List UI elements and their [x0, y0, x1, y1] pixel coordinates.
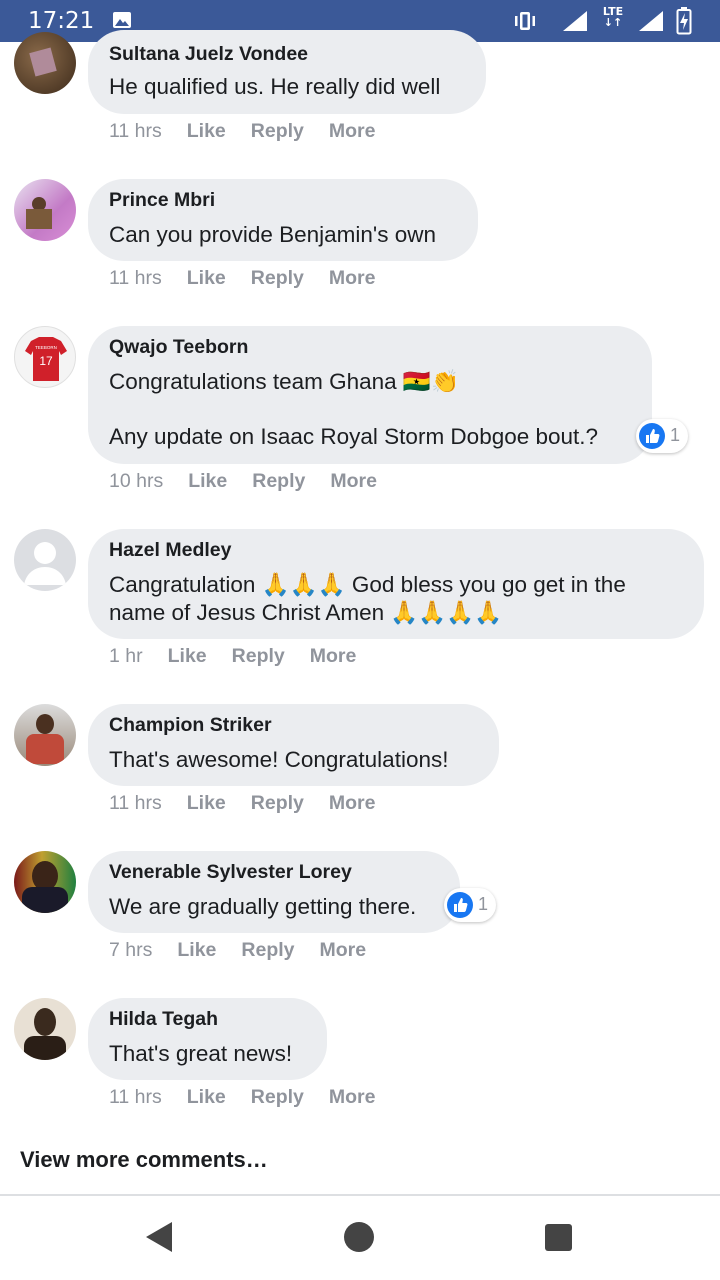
- back-icon[interactable]: [146, 1222, 172, 1252]
- reaction-count[interactable]: 1: [636, 419, 688, 453]
- avatar[interactable]: TEEBORN 17: [14, 326, 76, 388]
- image-icon: [113, 12, 131, 28]
- jersey-icon: TEEBORN 17: [25, 337, 67, 381]
- comment-author[interactable]: Prince Mbri: [109, 189, 215, 212]
- comment-text: That's awesome! Congratulations!: [109, 747, 449, 772]
- reply-button[interactable]: Reply: [251, 792, 304, 815]
- comment-text: We are gradually getting there.: [109, 894, 417, 919]
- like-button[interactable]: Like: [187, 267, 226, 290]
- avatar[interactable]: [14, 529, 76, 591]
- reaction-count[interactable]: 1: [444, 888, 496, 922]
- like-button[interactable]: Like: [187, 792, 226, 815]
- comment-bubble[interactable]: Sultana Juelz Vondee He qualified us. He…: [88, 30, 486, 114]
- more-button[interactable]: More: [329, 1086, 376, 1109]
- comment-author[interactable]: Venerable Sylvester Lorey: [109, 861, 352, 884]
- comment-time[interactable]: 11 hrs: [109, 120, 162, 143]
- comment-text: Congratulations team Ghana 🇬🇭👏: [109, 369, 459, 394]
- reply-button[interactable]: Reply: [251, 1086, 304, 1109]
- comment-actions: 1 hr Like Reply More: [109, 645, 381, 671]
- signal-icon: [639, 11, 663, 31]
- comment-text: Cangratulation 🙏🙏🙏 God bless you go get …: [109, 572, 626, 597]
- recent-apps-icon[interactable]: [545, 1224, 572, 1251]
- battery-charging-icon: [676, 7, 692, 35]
- comment-time[interactable]: 7 hrs: [109, 939, 152, 962]
- comment-text: That's great news!: [109, 1041, 293, 1066]
- comment-bubble[interactable]: Prince Mbri Can you provide Benjamin's o…: [88, 179, 478, 261]
- comment-time[interactable]: 1 hr: [109, 645, 143, 668]
- comment-time[interactable]: 11 hrs: [109, 792, 162, 815]
- reply-button[interactable]: Reply: [241, 939, 294, 962]
- like-reaction-icon: [639, 423, 665, 449]
- vibrate-icon: [515, 12, 535, 30]
- signal-icon: [563, 11, 587, 31]
- comment-time[interactable]: 10 hrs: [109, 470, 163, 493]
- comment-bubble[interactable]: Champion Striker That's awesome! Congrat…: [88, 704, 499, 786]
- reply-button[interactable]: Reply: [251, 267, 304, 290]
- view-more-comments-link[interactable]: View more comments…: [20, 1147, 268, 1173]
- comment-author[interactable]: Hazel Medley: [109, 539, 231, 562]
- comment-actions: 11 hrs Like Reply More: [109, 1086, 400, 1112]
- avatar[interactable]: [14, 32, 76, 94]
- comment-time[interactable]: 11 hrs: [109, 1086, 162, 1109]
- home-icon[interactable]: [344, 1222, 374, 1252]
- lte-label: LTE: [602, 5, 624, 18]
- reply-button[interactable]: Reply: [251, 120, 304, 143]
- comment-time[interactable]: 11 hrs: [109, 267, 162, 290]
- reaction-count-value: 1: [478, 894, 489, 914]
- comment-text: Can you provide Benjamin's own: [109, 222, 436, 247]
- default-avatar-icon: [24, 542, 66, 585]
- comment-actions: 7 hrs Like Reply More: [109, 939, 391, 965]
- comment-author[interactable]: Champion Striker: [109, 714, 272, 737]
- avatar[interactable]: [14, 998, 76, 1060]
- like-button[interactable]: Like: [168, 645, 207, 668]
- like-button[interactable]: Like: [187, 1086, 226, 1109]
- avatar[interactable]: [14, 851, 76, 913]
- more-button[interactable]: More: [320, 939, 367, 962]
- comment-bubble[interactable]: Venerable Sylvester Lorey We are gradual…: [88, 851, 460, 933]
- jersey-name: TEEBORN: [35, 345, 57, 350]
- comment-author[interactable]: Qwajo Teeborn: [109, 336, 248, 359]
- comment-bubble[interactable]: Hazel Medley Cangratulation 🙏🙏🙏 God bles…: [88, 529, 704, 639]
- reaction-count-value: 1: [670, 425, 681, 445]
- comment-bubble[interactable]: Qwajo Teeborn Congratulations team Ghana…: [88, 326, 652, 464]
- comment-author[interactable]: Hilda Tegah: [109, 1008, 218, 1031]
- avatar[interactable]: [14, 704, 76, 766]
- comment-text: name of Jesus Christ Amen 🙏🙏🙏🙏: [109, 600, 503, 625]
- jersey-number: 17: [39, 354, 53, 368]
- more-button[interactable]: More: [329, 120, 376, 143]
- lte-icon: LTE ↓↑: [602, 5, 624, 29]
- more-button[interactable]: More: [310, 645, 357, 668]
- more-button[interactable]: More: [329, 792, 376, 815]
- like-button[interactable]: Like: [177, 939, 216, 962]
- comment-actions: 11 hrs Like Reply More: [109, 267, 400, 293]
- comment-author[interactable]: Sultana Juelz Vondee: [109, 43, 308, 66]
- more-button[interactable]: More: [330, 470, 377, 493]
- comment-text: Any update on Isaac Royal Storm Dobgoe b…: [109, 424, 599, 449]
- like-button[interactable]: Like: [188, 470, 227, 493]
- reply-button[interactable]: Reply: [252, 470, 305, 493]
- comment-actions: 11 hrs Like Reply More: [109, 792, 400, 818]
- reply-button[interactable]: Reply: [232, 645, 285, 668]
- comment-text: He qualified us. He really did well: [109, 74, 441, 99]
- like-reaction-icon: [447, 892, 473, 918]
- avatar[interactable]: [14, 179, 76, 241]
- more-button[interactable]: More: [329, 267, 376, 290]
- comment-bubble[interactable]: Hilda Tegah That's great news!: [88, 998, 327, 1080]
- comment-actions: 10 hrs Like Reply More: [109, 470, 402, 496]
- status-time: 17:21: [28, 8, 95, 34]
- like-button[interactable]: Like: [187, 120, 226, 143]
- comment-actions: 11 hrs Like Reply More: [109, 120, 400, 146]
